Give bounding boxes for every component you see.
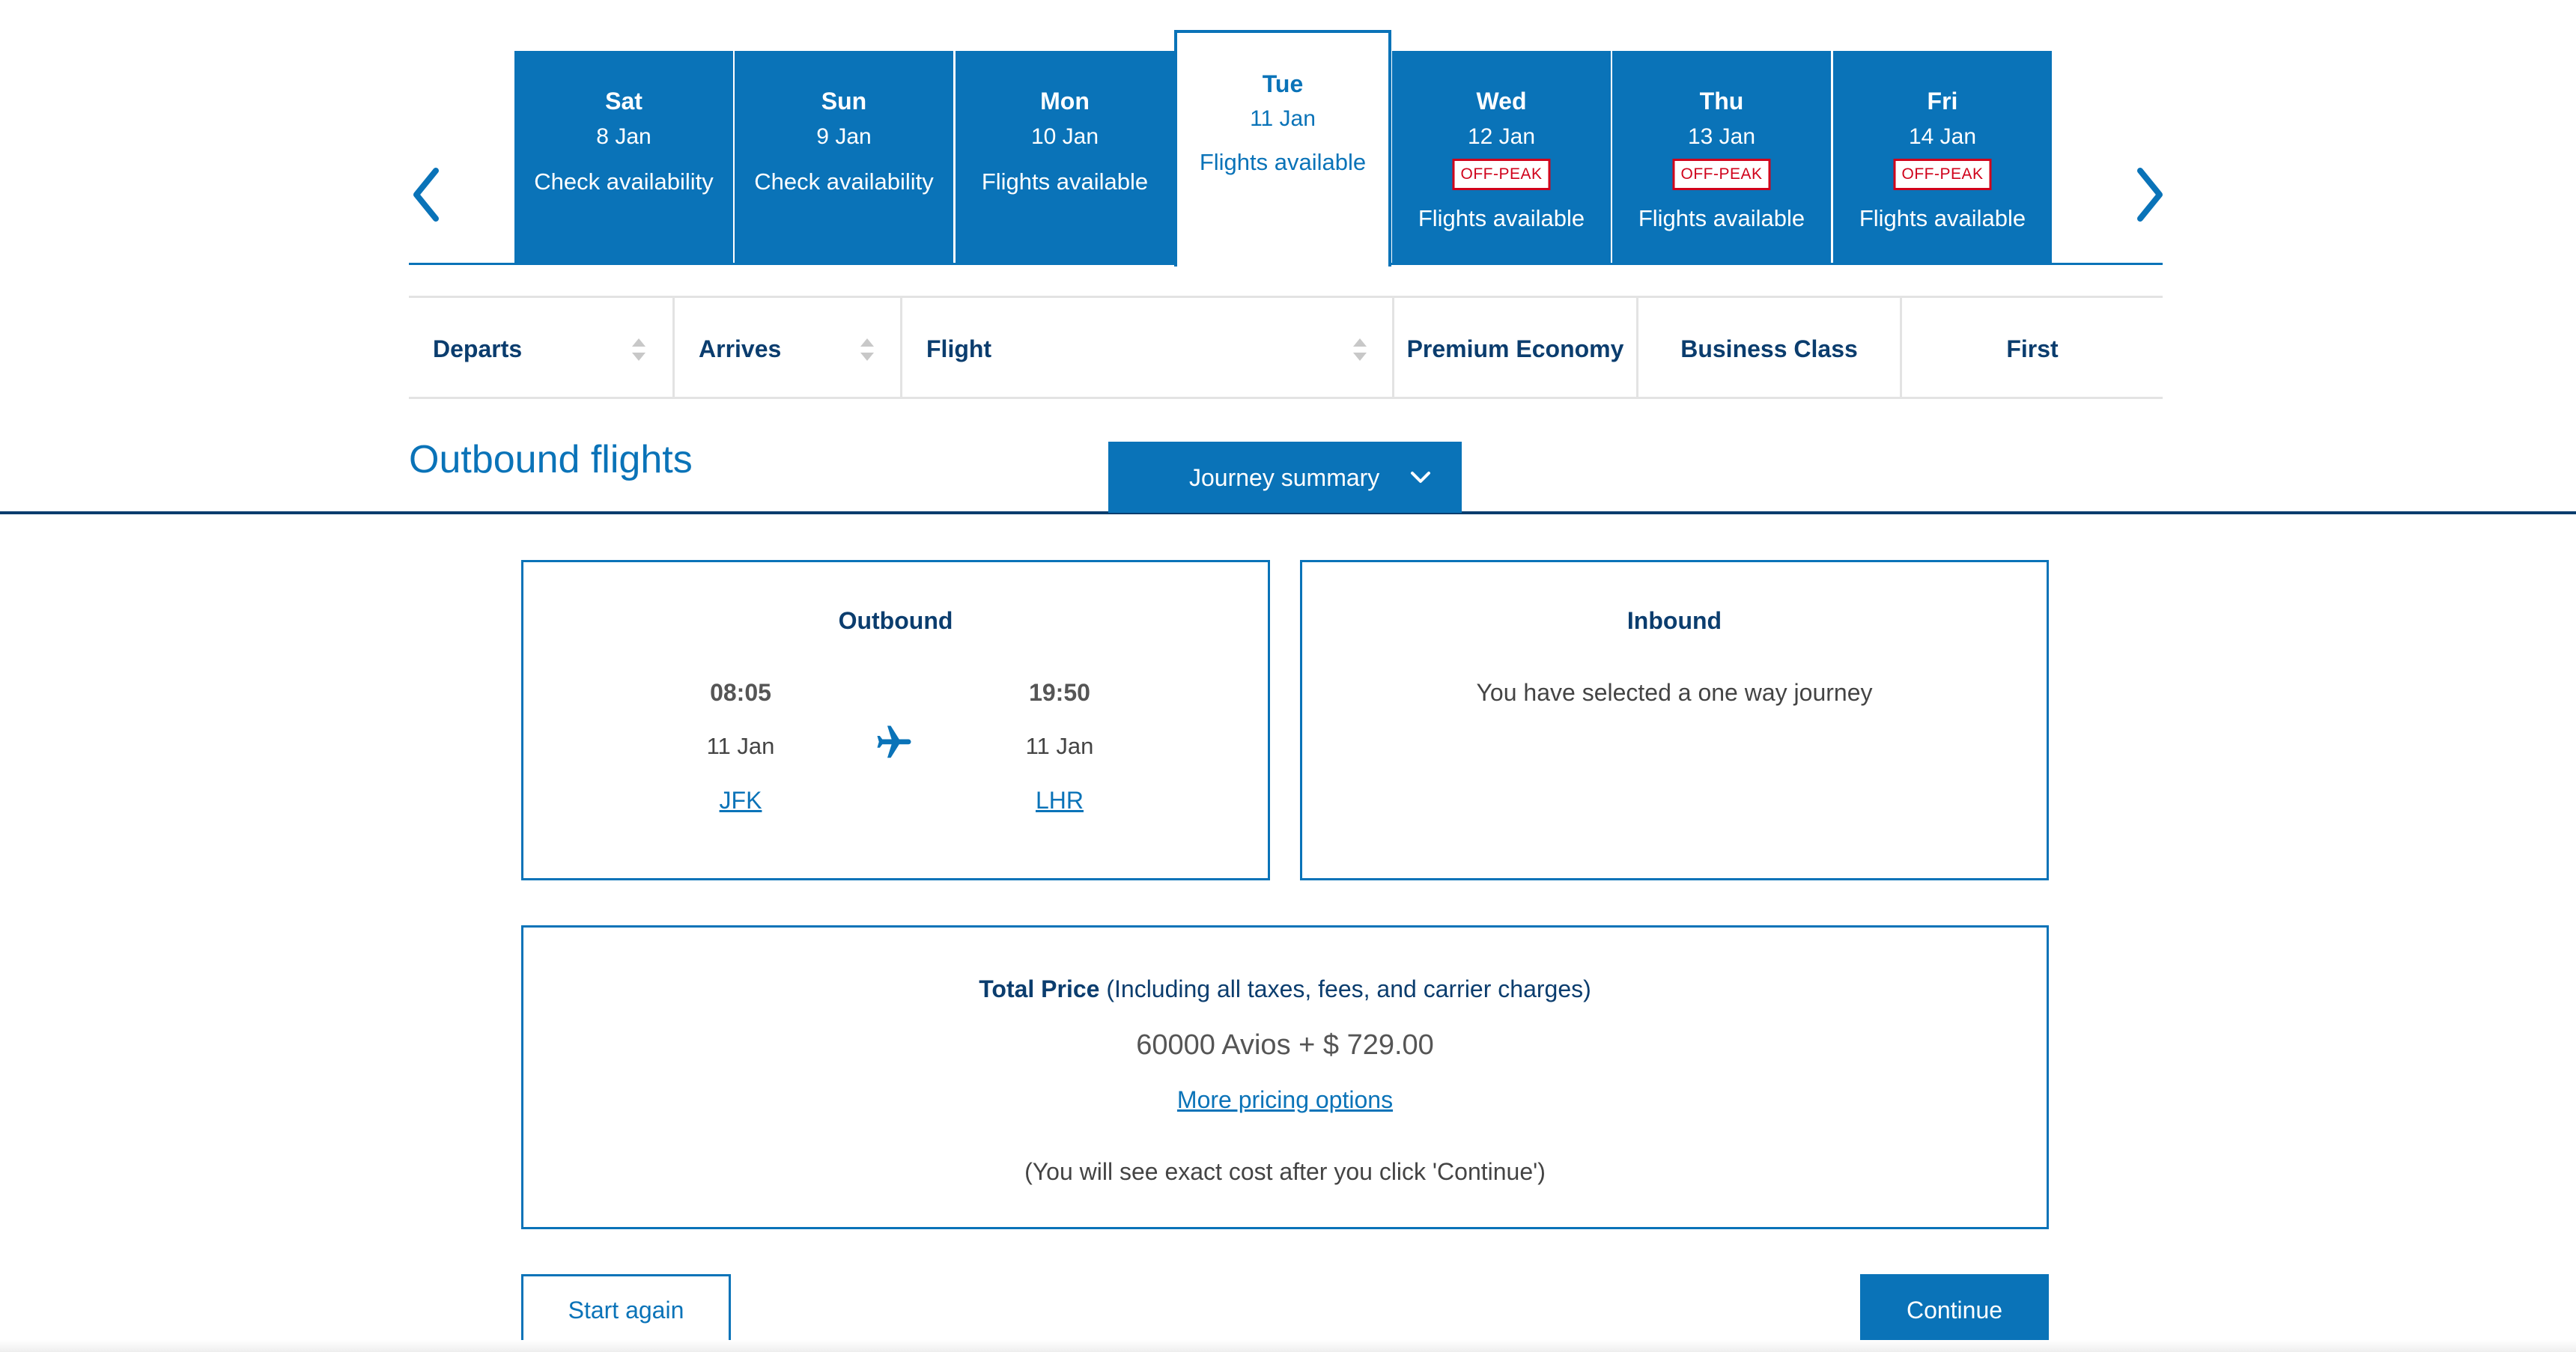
day-status: Flights available	[1638, 205, 1805, 231]
day-date: 8 Jan	[596, 124, 651, 149]
price-note: (You will see exact cost after you click…	[1024, 1158, 1546, 1185]
flight-label: Flight	[926, 335, 992, 362]
first-label: First	[2006, 335, 2059, 362]
day-name: Wed	[1476, 88, 1527, 115]
chevron-right-icon	[2137, 168, 2163, 222]
one-way-message: You have selected a one way journey	[1476, 679, 1873, 706]
depart-date: 11 Jan	[706, 733, 775, 759]
cabin-first: First	[1900, 298, 2163, 397]
sort-flight[interactable]: Flight	[900, 298, 1392, 397]
arrive-airport-link[interactable]: LHR	[977, 787, 1142, 814]
sort-icon	[860, 338, 874, 361]
day-status: Flights available	[1859, 205, 2026, 231]
cabin-business-class: Business Class	[1636, 298, 1900, 397]
cabin-premium-economy: Premium Economy	[1392, 298, 1636, 397]
off-peak-badge: OFF-PEAK	[1672, 159, 1771, 190]
inbound-card-title: Inbound	[1626, 607, 1722, 634]
journey-summary-toggle[interactable]: Journey summary	[1108, 442, 1462, 513]
continue-button[interactable]: Continue	[1860, 1274, 2049, 1346]
day-tab-sat[interactable]: Sat 8 Jan Check availability	[514, 51, 733, 263]
business-class-label: Business Class	[1680, 335, 1858, 362]
sort-arrives[interactable]: Arrives	[672, 298, 900, 397]
day-status: Flights available	[981, 168, 1149, 195]
day-tab-mon[interactable]: Mon 10 Jan Flights available	[956, 51, 1174, 263]
day-name: Sat	[605, 88, 643, 115]
arrives-label: Arrives	[699, 335, 782, 362]
off-peak-badge: OFF-PEAK	[1452, 159, 1551, 190]
airplane-icon	[877, 725, 911, 758]
price-amount: 60000 Avios + $ 729.00	[1136, 1029, 1434, 1061]
chevron-left-icon	[413, 168, 439, 222]
day-date: 14 Jan	[1908, 124, 1977, 149]
day-status: Check availability	[534, 168, 714, 195]
day-status: Flights available	[1199, 149, 1367, 175]
inbound-summary-card: Inbound You have selected a one way jour…	[1300, 560, 2049, 880]
total-price-label: Total Price (Including all taxes, fees, …	[523, 975, 2047, 1003]
day-status: Flights available	[1418, 205, 1585, 231]
outbound-summary-card: Outbound 08:05 11 Jan JFK 19:50 11 Jan L…	[521, 560, 1270, 880]
page-bottom-fade	[0, 1340, 2576, 1352]
day-name: Tue	[1262, 70, 1304, 97]
day-tab-thu[interactable]: Thu 13 Jan OFF-PEAK Flights available	[1612, 51, 1831, 263]
more-pricing-options-link[interactable]: More pricing options	[1177, 1086, 1393, 1113]
day-status: Check availability	[754, 168, 934, 195]
total-price-qualifier: (Including all taxes, fees, and carrier …	[1106, 975, 1591, 1002]
depart-time: 08:05	[710, 679, 771, 706]
arrive-time: 19:50	[1029, 679, 1090, 706]
premium-economy-label: Premium Economy	[1406, 335, 1624, 362]
total-price-card: Total Price (Including all taxes, fees, …	[521, 925, 2049, 1229]
off-peak-badge: OFF-PEAK	[1893, 159, 1992, 190]
day-tab-sun[interactable]: Sun 9 Jan Check availability	[735, 51, 953, 263]
start-again-button[interactable]: Start again	[521, 1274, 731, 1346]
flight-table-header: Departs Arrives Flight Premium Economy B…	[409, 296, 2163, 399]
sort-icon	[632, 338, 645, 361]
arrive-date: 11 Jan	[1025, 733, 1094, 759]
day-tab-wed[interactable]: Wed 12 Jan OFF-PEAK Flights available	[1392, 51, 1611, 263]
day-date: 13 Jan	[1687, 124, 1756, 149]
day-date: 10 Jan	[1030, 124, 1099, 149]
next-dates-button[interactable]	[2130, 165, 2167, 225]
day-name: Mon	[1040, 88, 1090, 115]
departs-label: Departs	[433, 335, 523, 362]
day-date: 11 Jan	[1250, 106, 1316, 131]
previous-dates-button[interactable]	[409, 165, 446, 225]
page-title: Outbound flights	[409, 438, 693, 481]
day-tab-fri[interactable]: Fri 14 Jan OFF-PEAK Flights available	[1833, 51, 2052, 263]
day-date: 12 Jan	[1467, 124, 1536, 149]
outbound-card-title: Outbound	[838, 607, 953, 634]
sort-departs[interactable]: Departs	[409, 298, 672, 397]
day-name: Sun	[821, 88, 867, 115]
more-pricing-wrapper: More pricing options	[523, 1086, 2047, 1114]
chevron-down-icon	[1411, 472, 1430, 483]
sort-icon	[1353, 338, 1367, 361]
day-date: 9 Jan	[816, 124, 872, 149]
day-name: Thu	[1699, 88, 1744, 115]
day-name: Fri	[1927, 88, 1958, 115]
journey-summary-label: Journey summary	[1189, 464, 1380, 491]
date-strip: Sat 8 Jan Check availability Sun 9 Jan C…	[409, 30, 2163, 267]
total-price-heading: Total Price	[979, 975, 1100, 1002]
depart-airport-link[interactable]: JFK	[658, 787, 823, 814]
day-tab-tue-selected[interactable]: Tue 11 Jan Flights available	[1174, 30, 1391, 267]
